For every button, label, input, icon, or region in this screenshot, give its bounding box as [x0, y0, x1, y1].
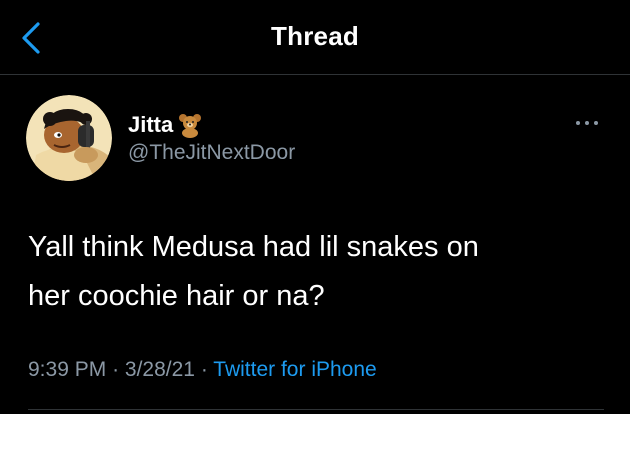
top-bar: Thread	[0, 0, 630, 75]
avatar-image	[26, 95, 112, 181]
more-horizontal-icon	[576, 121, 598, 125]
tweet-metadata: 9:39 PM · 3/28/21 · Twitter for iPhone	[28, 358, 377, 382]
avatar[interactable]	[26, 95, 112, 181]
tweet-text: Yall think Medusa had lil snakes on her …	[28, 223, 608, 321]
tweet-text-line-2: her coochie hair or na?	[28, 280, 325, 312]
divider	[28, 409, 604, 410]
teddy-bear-icon	[177, 112, 203, 138]
user-handle[interactable]: @TheJitNextDoor	[128, 141, 295, 165]
tweet-time[interactable]: 9:39 PM	[28, 358, 106, 381]
tweet-source-link[interactable]: Twitter for iPhone	[213, 358, 376, 381]
more-options-button[interactable]	[570, 113, 604, 133]
page-title: Thread	[271, 21, 359, 51]
tweet-date[interactable]: 3/28/21	[125, 358, 195, 381]
display-name[interactable]: Jitta	[128, 112, 173, 138]
thread-screen: Thread Jitta @TheJitNextDoor Yall think …	[0, 0, 630, 414]
display-name-row: Jitta	[128, 111, 295, 139]
meta-separator-2: ·	[200, 358, 208, 381]
tweet-text-line-1: Yall think Medusa had lil snakes on	[28, 231, 479, 263]
meta-separator-1: ·	[112, 358, 120, 381]
user-info: Jitta @TheJitNextDoor	[128, 111, 295, 165]
